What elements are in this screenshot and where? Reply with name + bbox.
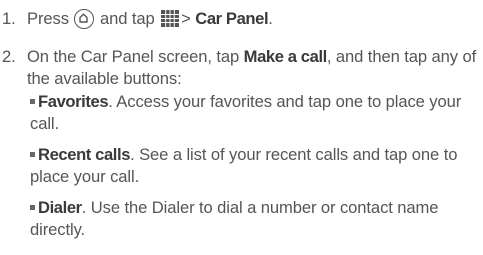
recent-calls-label: Recent calls: [38, 145, 131, 164]
home-icon: [74, 9, 95, 29]
square-bullet-icon: [30, 152, 35, 157]
step-number: 1.: [2, 9, 16, 28]
square-bullet-icon: [30, 99, 35, 104]
list-item-recent-calls: Recent calls. See a list of your recent …: [30, 144, 477, 190]
bullet-text: Dialer. Use the Dialer to dial a number …: [30, 197, 477, 241]
step-text: On the Car Panel screen, tap Make a call…: [27, 46, 479, 90]
step-1: 1. Press and tap > Car Panel.: [2, 8, 479, 32]
square-bullet-icon: [30, 205, 35, 210]
list-item-dialer: Dialer. Use the Dialer to dial a number …: [30, 197, 477, 243]
period-text: .: [268, 9, 273, 28]
dialer-description: . Use the Dialer to dial a number or con…: [30, 198, 439, 239]
step-text: Press and tap > Car Panel.: [27, 8, 479, 30]
apps-grid-icon: [161, 10, 180, 27]
dialer-label: Dialer: [38, 198, 82, 217]
list-item-favorites: Favorites. Access your favorites and tap…: [30, 91, 477, 137]
car-panel-label: Car Panel: [195, 9, 269, 28]
bullet-text: Recent calls. See a list of your recent …: [30, 144, 477, 188]
and-tap-text: and tap: [99, 9, 155, 28]
step-number: 2.: [2, 47, 16, 66]
favorites-label: Favorites: [38, 92, 109, 111]
separator-text: >: [181, 9, 191, 28]
instructions-page: 1. Press and tap > Car Panel. 2. On the …: [0, 0, 483, 255]
bullet-text: Favorites. Access your favorites and tap…: [30, 91, 477, 135]
step-2: 2. On the Car Panel screen, tap Make a c…: [2, 46, 479, 92]
make-a-call-label: Make a call: [243, 47, 328, 66]
step-2-intro: On the Car Panel screen, tap: [27, 47, 240, 66]
press-text: Press: [27, 9, 69, 28]
